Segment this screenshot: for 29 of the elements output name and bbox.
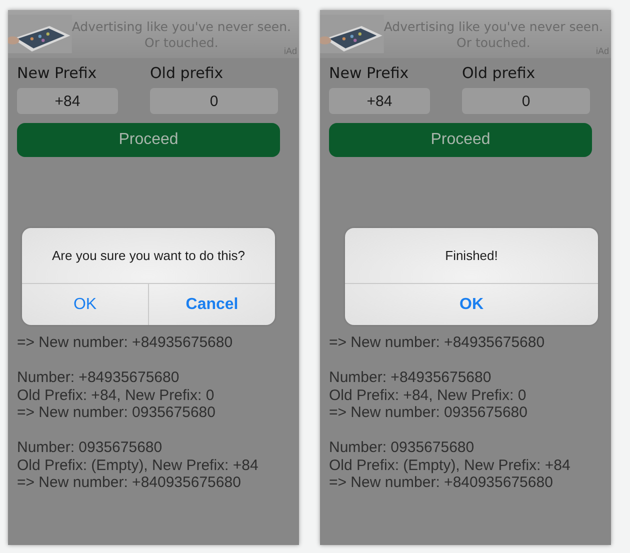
output-line: Number: +84935675680 (329, 369, 492, 386)
output-line: Number: +84935675680 (17, 369, 180, 386)
new-prefix-label: New Prefix (17, 64, 98, 82)
new-prefix-field[interactable]: +84 (329, 88, 430, 114)
output-line: => New number: +840935675680 (329, 474, 554, 492)
alert-message: Finished! (444, 247, 499, 265)
alert-button[interactable]: OK (345, 284, 598, 325)
old-prefix-label: Old prefix (150, 64, 224, 82)
output-line: Old Prefix: (Empty), New Prefix: +84 (17, 456, 260, 474)
output-line: Number: 0935675680 (17, 439, 164, 456)
output-line: Number: 0935675680 (329, 439, 476, 456)
new-prefix-field[interactable]: +84 (17, 88, 118, 114)
proceed-button[interactable]: Proceed (329, 123, 592, 157)
alert-button[interactable]: OK (22, 284, 148, 325)
output-line: => New number: +840935675680 (17, 474, 242, 492)
old-prefix-label: Old prefix (462, 64, 536, 82)
output-line: => New number: +84935675680 (17, 334, 234, 352)
output-line: => New number: 0935675680 (329, 404, 528, 422)
output-line: Old Prefix: +84, New Prefix: 0 (17, 386, 216, 404)
old-prefix-field[interactable]: 0 (462, 88, 590, 114)
alert-message: Are you sure you want to do this? (51, 247, 246, 265)
old-prefix-field[interactable]: 0 (150, 88, 278, 114)
output-line: => New number: +84935675680 (329, 334, 546, 352)
output-line: Old Prefix: +84, New Prefix: 0 (329, 386, 528, 404)
new-prefix-label: New Prefix (329, 64, 410, 82)
output-line: Old Prefix: (Empty), New Prefix: +84 (329, 456, 572, 474)
proceed-button[interactable]: Proceed (17, 123, 280, 157)
alert-button[interactable]: Cancel (148, 284, 275, 325)
output-line: => New number: 0935675680 (17, 404, 216, 422)
